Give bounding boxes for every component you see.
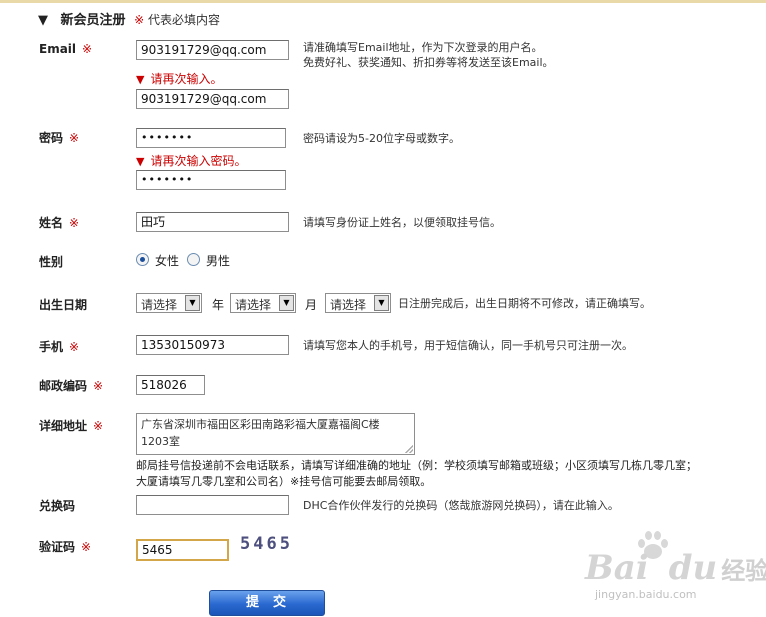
name-label: 姓名 ※ [39,214,79,231]
watermark-logo: Bai [585,548,649,588]
birth-year-select[interactable]: 请选择 ▼ [136,293,202,313]
required-star-icon: ※ [93,419,104,433]
form-header: ▼ 新会员注册 ※ 代表必填内容 [38,9,220,28]
address-hint-line1: 邮局挂号信投递前不会电话联系，请填写详细准确的地址（例：学校须填写邮箱或班级；小… [136,459,697,472]
resize-grip-icon[interactable] [405,445,413,453]
postcode-label-text: 邮政编码 [39,379,88,393]
gender-female-label[interactable]: 女性 [155,252,179,269]
email-label: Email ※ [39,42,92,56]
name-hint: 请填写身份证上姓名，以便领取挂号信。 [303,216,501,229]
captcha-label-text: 验证码 [39,540,76,554]
password-label-text: 密码 [39,131,64,145]
birth-month-value: 请选择 [235,298,272,312]
error-triangle-icon: ▼ [136,73,145,86]
name-label-text: 姓名 [39,216,64,230]
phone-hint: 请填写您本人的手机号，用于短信确认，同一手机号只可注册一次。 [303,339,633,352]
form-title: 新会员注册 [60,13,126,28]
gender-male-radio[interactable] [187,253,200,266]
email-confirm-error: ▼ 请再次输入。 [136,70,222,87]
address-hint-line2: 大厦请填写几零几室和公司名）※挂号信可能要去邮局领取。 [136,475,432,488]
birthday-hint: 日注册完成后，出生日期将不可修改，请正确填写。 [398,297,651,310]
chevron-down-icon[interactable]: ▼ [374,295,389,311]
collapse-triangle-icon: ▼ [38,13,48,28]
required-star-icon: ※ [81,540,92,554]
email-confirm-field[interactable]: 903191729@qq.com [136,89,289,109]
month-unit: 月 [305,298,318,312]
address-line1: 广东省深圳市福田区彩田南路彩福大厦嘉福阁C楼 [141,418,380,431]
address-label-text: 详细地址 [39,419,88,433]
email-hint-line1: 请准确填写Email地址，作为下次登录的用户名。 [303,41,543,54]
address-label: 详细地址 ※ [39,417,103,434]
name-field[interactable]: 田巧 [136,212,289,232]
birth-day-value: 请选择 [330,298,367,312]
phone-field[interactable]: 13530150973 [136,335,289,355]
birthday-label: 出生日期 [39,298,88,312]
email-field[interactable]: 903191729@qq.com [136,40,289,60]
coupon-label: 兑换码 [39,499,76,513]
watermark-text: 经验 [721,557,766,585]
required-star-icon: ※ [93,379,104,393]
phone-label: 手机 ※ [39,338,79,355]
address-hint: 邮局挂号信投递前不会电话联系，请填写详细准确的地址（例：学校须填写邮箱或班级；小… [136,458,697,490]
watermark-url: jingyan.baidu.com [595,588,697,601]
email-hint: 请准确填写Email地址，作为下次登录的用户名。 免费好礼、获奖通知、折扣券等将… [303,40,554,70]
coupon-hint: DHC合作伙伴发行的兑换码（悠哉旅游网兑换码），请在此输入。 [303,499,619,512]
gender-male-label[interactable]: 男性 [206,252,230,269]
watermark-logo2: du [668,548,718,588]
email-hint-line2: 免费好礼、获奖通知、折扣券等将发送至该Email。 [303,56,554,69]
year-unit: 年 [212,298,225,312]
password-confirm-field[interactable]: ••••••• [136,170,286,190]
email-label-text: Email [39,42,77,56]
gender-female-radio[interactable] [136,253,149,266]
gender-label: 性别 [39,255,64,269]
password-hint: 密码请设为5-20位字母或数字。 [303,132,460,145]
baidu-watermark: Bai du 经验 jingyan.baidu.com [585,548,766,601]
postcode-label: 邮政编码 ※ [39,377,103,394]
required-star-icon: ※ [134,13,145,27]
chevron-down-icon[interactable]: ▼ [185,295,200,311]
required-star-icon: ※ [69,131,80,145]
required-legend: ※ 代表必填内容 [134,13,220,27]
address-line2: 1203室 [141,435,180,448]
email-error-text: 请再次输入。 [150,72,223,86]
captcha-field[interactable]: 5465 [136,539,229,561]
password-field[interactable]: ••••••• [136,128,286,148]
birth-day-select[interactable]: 请选择 ▼ [325,293,391,313]
postcode-field[interactable]: 518026 [136,375,205,395]
phone-label-text: 手机 [39,340,64,354]
captcha-label: 验证码 ※ [39,538,91,555]
coupon-field[interactable] [136,495,289,515]
error-triangle-icon: ▼ [136,155,145,168]
top-border [0,0,766,3]
password-label: 密码 ※ [39,129,79,146]
birth-month-select[interactable]: 请选择 ▼ [230,293,296,313]
captcha-image[interactable]: 5465 [240,534,293,554]
password-confirm-error: ▼ 请再次输入密码。 [136,152,246,169]
chevron-down-icon[interactable]: ▼ [279,295,294,311]
birth-year-value: 请选择 [141,298,178,312]
required-star-icon: ※ [69,216,80,230]
required-star-icon: ※ [69,340,80,354]
required-star-icon: ※ [82,42,93,56]
address-textarea[interactable]: 广东省深圳市福田区彩田南路彩福大厦嘉福阁C楼 1203室 [136,413,415,455]
submit-button[interactable]: 提交 [209,590,325,616]
password-error-text: 请再次输入密码。 [150,154,247,168]
required-note: 代表必填内容 [147,13,220,27]
